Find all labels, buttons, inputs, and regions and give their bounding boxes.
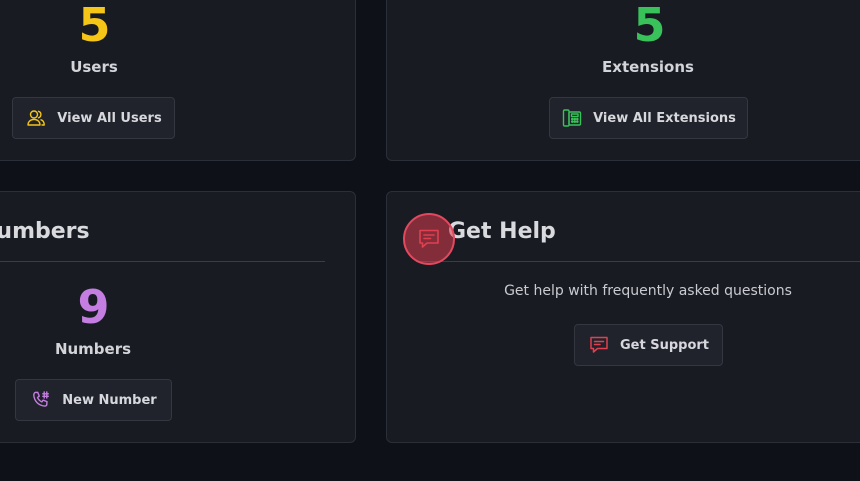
extensions-label: Extensions bbox=[602, 58, 694, 76]
numbers-divider bbox=[0, 261, 325, 262]
view-all-extensions-label: View All Extensions bbox=[593, 110, 736, 126]
chat-message-icon bbox=[416, 226, 442, 252]
get-help-title: Get Help bbox=[448, 219, 556, 244]
new-number-label: New Number bbox=[62, 392, 157, 408]
users-label: Users bbox=[70, 58, 118, 76]
numbers-title: Numbers bbox=[0, 219, 90, 244]
new-number-button[interactable]: New Number bbox=[15, 379, 172, 421]
view-all-extensions-button[interactable]: View All Extensions bbox=[549, 97, 748, 139]
get-help-description: Get help with frequently asked questions bbox=[504, 283, 792, 299]
get-support-label: Get Support bbox=[619, 337, 709, 353]
get-help-divider bbox=[416, 261, 860, 262]
numbers-count: 9 bbox=[77, 280, 109, 334]
users-count: 5 bbox=[78, 0, 110, 52]
numbers-label: Numbers bbox=[54, 340, 132, 358]
phone-hash-icon bbox=[30, 389, 52, 411]
view-all-users-label: View All Users bbox=[57, 110, 162, 126]
users-icon bbox=[25, 107, 47, 129]
help-chat-icon-badge[interactable] bbox=[403, 213, 455, 265]
dashboard: 5 Users View All Users 5 Extensions View… bbox=[0, 0, 860, 481]
desk-phone-icon bbox=[561, 107, 583, 129]
view-all-users-button[interactable]: View All Users bbox=[12, 97, 175, 139]
extensions-count: 5 bbox=[633, 0, 665, 52]
chat-message-icon bbox=[588, 334, 610, 356]
get-support-button[interactable]: Get Support bbox=[574, 324, 723, 366]
